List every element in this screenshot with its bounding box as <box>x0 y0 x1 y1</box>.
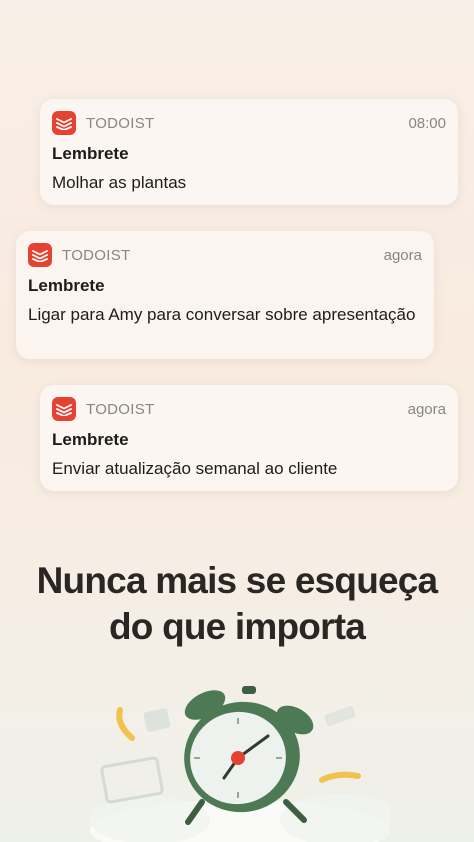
notification-app-name: TODOIST <box>86 400 155 418</box>
clock-center <box>231 751 245 765</box>
photo-frame-icon <box>100 756 164 804</box>
notification-time: 08:00 <box>408 114 446 132</box>
paper-icon <box>143 708 171 732</box>
alarm-clock-illustration <box>90 686 390 842</box>
notification-app-name: TODOIST <box>86 114 155 132</box>
todoist-logo-icon <box>52 397 76 421</box>
notification-body: Enviar atualização semanal ao cliente <box>52 459 338 478</box>
paper-icon <box>324 706 356 726</box>
todoist-logo-icon <box>28 243 52 267</box>
clock-handle <box>242 686 256 694</box>
notification-title: Lembrete <box>52 430 129 449</box>
notification-app-name: TODOIST <box>62 246 131 264</box>
headline-line-2: do que importa <box>108 606 366 647</box>
notification-card-1[interactable]: TODOIST 08:00 Lembrete Molhar as plantas <box>40 99 458 205</box>
notification-body: Molhar as plantas <box>52 173 187 192</box>
motion-accent <box>319 771 361 783</box>
notification-body: Ligar para Amy para conversar sobre apre… <box>28 305 416 324</box>
notification-title: Lembrete <box>52 144 129 163</box>
notification-title: Lembrete <box>28 276 105 295</box>
headline-line-1: Nunca mais se esqueça <box>36 560 439 601</box>
notification-card-2[interactable]: TODOIST agora Lembrete Ligar para Amy pa… <box>16 231 434 359</box>
headline: Nunca mais se esqueça do que importa <box>0 558 474 650</box>
notification-time: agora <box>407 400 446 418</box>
notification-time: agora <box>383 246 422 264</box>
notification-card-3[interactable]: TODOIST agora Lembrete Enviar atualizaçã… <box>40 385 458 491</box>
motion-accent <box>116 707 135 741</box>
cloud-shape <box>280 794 390 842</box>
todoist-logo-icon <box>52 111 76 135</box>
